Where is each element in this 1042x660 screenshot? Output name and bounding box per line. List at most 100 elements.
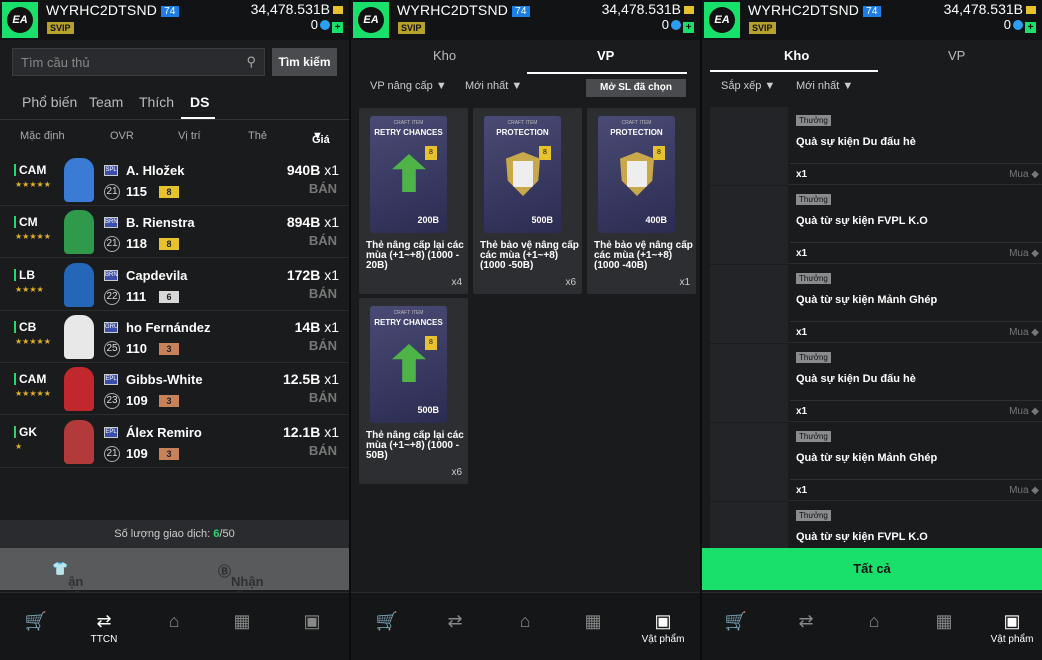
reward-tag: Thưởng	[796, 431, 831, 442]
item-card[interactable]: CRAFT ITEM RETRY CHANCES 8 500B Thẻ nâng…	[359, 298, 468, 484]
buy-button[interactable]: Mua ◆	[1009, 406, 1039, 417]
open-selected-button[interactable]: Mở SL đã chọn	[586, 79, 686, 97]
sort-card[interactable]: Thẻ	[248, 130, 267, 142]
tab-vp[interactable]: VP	[948, 48, 965, 63]
list-item[interactable]: Thưởng Quà từ sự kiện Mảnh Ghép x1 Mua ◆	[710, 265, 1042, 343]
squad-icon[interactable]: ▦	[924, 611, 964, 632]
inventory-icon[interactable]: ▣	[292, 611, 332, 632]
item-qty: x1	[796, 327, 808, 338]
search-icon[interactable]: ⚲	[246, 54, 256, 70]
card-title: PROTECTION	[610, 128, 663, 137]
add-points-button[interactable]: +	[332, 22, 343, 33]
ea-logo[interactable]: EA	[704, 2, 740, 38]
add-points-button[interactable]: +	[683, 22, 694, 33]
item-card[interactable]: CRAFT ITEM PROTECTION 8 400B Thẻ bảo vệ …	[587, 108, 696, 294]
search-button[interactable]: Tìm kiếm	[272, 48, 337, 76]
craft-label: CRAFT ITEM	[393, 120, 424, 126]
player-row[interactable]: CAM ★★★★★ SPL A. Hložek 21 115 8 940B x1…	[0, 154, 349, 206]
receive-all-right-button[interactable]: Ⓑ Nhận tất cả	[218, 561, 264, 619]
sell-button[interactable]: BÁN	[309, 286, 337, 301]
item-thumbnail	[710, 107, 788, 185]
list-item[interactable]: Thưởng Quà sự kiện Du đấu hè x1 Mua ◆	[710, 344, 1042, 422]
tab-list[interactable]: DS	[190, 94, 209, 110]
tab-favorite[interactable]: Thích	[139, 94, 174, 110]
receive-all-left-button[interactable]: 👕 ận tất cả	[52, 561, 84, 619]
filter-vp-upgrade[interactable]: VP nâng cấp ▼	[370, 80, 447, 92]
tab-kho[interactable]: Kho	[433, 48, 456, 63]
home-icon[interactable]: ⌂	[505, 611, 545, 632]
bottom-nav: 🛒 ⇄ ⌂ ▦ ▣ Vật phẩm	[702, 592, 1042, 660]
item-card[interactable]: CRAFT ITEM RETRY CHANCES 8 200B Thẻ nâng…	[359, 108, 468, 294]
all-button[interactable]: Tất cả	[702, 548, 1042, 590]
filter-newest[interactable]: Mới nhất ▼	[465, 80, 522, 92]
sort-price[interactable]: Giá ▼	[312, 130, 330, 146]
upgrade-badge: 3	[159, 342, 179, 355]
sell-button[interactable]: BÁN	[309, 233, 337, 248]
item-thumbnail	[710, 423, 788, 501]
transfer-icon[interactable]: ⇄	[435, 611, 475, 632]
tab-kho[interactable]: Kho	[784, 48, 809, 63]
player-position: CM	[14, 216, 38, 229]
sell-button[interactable]: BÁN	[309, 338, 337, 353]
squad-icon[interactable]: ▦	[222, 611, 262, 632]
shop-icon[interactable]: 🛒	[16, 611, 56, 632]
player-price: 12.1B x1	[282, 423, 339, 440]
add-points-button[interactable]: +	[1025, 22, 1036, 33]
sort-ovr[interactable]: OVR	[110, 130, 134, 142]
level-chip: 8	[539, 146, 551, 160]
transfer-icon[interactable]: ⇄	[786, 611, 826, 632]
sort-default[interactable]: Mặc định	[20, 130, 65, 142]
card-qty: x6	[451, 467, 462, 478]
item-thumbnail	[710, 344, 788, 422]
sort-dropdown[interactable]: Sắp xếp ▼	[721, 80, 775, 92]
player-name: A. Hložek	[126, 163, 185, 178]
buy-button[interactable]: Mua ◆	[1009, 485, 1039, 496]
player-row[interactable]: LB ★★★★ BRN Capdevila 22 111 6 172B x1 B…	[0, 259, 349, 311]
retry-arrow-icon	[392, 154, 426, 192]
sell-button[interactable]: BÁN	[309, 443, 337, 458]
buy-button[interactable]: Mua ◆	[1009, 327, 1039, 338]
tab-vp[interactable]: VP	[597, 48, 614, 63]
tab-team[interactable]: Team	[89, 94, 123, 110]
shop-icon[interactable]: 🛒	[367, 611, 407, 632]
squad-icon[interactable]: ▦	[573, 611, 613, 632]
item-card[interactable]: CRAFT ITEM PROTECTION 8 500B Thẻ bảo vệ …	[473, 108, 582, 294]
items-nav[interactable]: ▣ Vật phẩm	[639, 611, 687, 645]
ea-logo[interactable]: EA	[353, 2, 389, 38]
shop-icon[interactable]: 🛒	[716, 611, 756, 632]
player-stars: ★★★★★	[15, 232, 51, 242]
player-row[interactable]: GK ★ EPL Álex Remiro 21 109 3 12.1B x1 B…	[0, 416, 349, 468]
card-image: CRAFT ITEM PROTECTION 8 500B	[484, 116, 561, 233]
reward-tag: Thưởng	[796, 115, 831, 126]
card-qty: x1	[679, 277, 690, 288]
tab-popular[interactable]: Phổ biến	[22, 94, 77, 110]
player-name: ho Fernández	[126, 319, 211, 335]
list-item[interactable]: Thưởng Quà từ sự kiện Mảnh Ghép x1 Mua ◆	[710, 423, 1042, 501]
home-icon[interactable]: ⌂	[154, 611, 194, 632]
buy-button[interactable]: Mua ◆	[1009, 248, 1039, 259]
items-nav[interactable]: ▣ Vật phẩm	[988, 611, 1036, 645]
sell-button[interactable]: BÁN	[309, 181, 337, 196]
buy-button[interactable]: Mua ◆	[1009, 169, 1039, 180]
card-qty: x4	[451, 277, 462, 288]
sell-button[interactable]: BÁN	[309, 390, 337, 405]
card-title: RETRY CHANCES	[374, 128, 443, 137]
transfer-nav[interactable]: ⇄ TTCN	[84, 611, 124, 645]
filter-newest[interactable]: Mới nhất ▼	[796, 80, 853, 92]
home-icon[interactable]: ⌂	[854, 611, 894, 632]
card-name: Thẻ bảo vệ nâng cấp các mùa (+1~+8) (100…	[594, 240, 693, 271]
player-row[interactable]: CM ★★★★★ BRN B. Rienstra 21 118 8 894B x…	[0, 206, 349, 259]
list-item[interactable]: Thưởng Quà từ sự kiện FVPL K.O x1 Mua ◆	[710, 186, 1042, 264]
player-row[interactable]: CAM ★★★★★ EPL Gibbs-White 23 109 3 12.5B…	[0, 363, 349, 416]
sort-position[interactable]: Vị trí	[178, 130, 201, 142]
search-input[interactable]: Tìm cầu thủ ⚲	[12, 48, 265, 76]
transfer-label: TTCN	[90, 634, 118, 645]
player-price: 12.5B x1	[282, 371, 339, 388]
season-rank: 22	[104, 288, 120, 305]
ea-logo[interactable]: EA	[2, 2, 38, 38]
club-badge: BRN	[104, 269, 118, 281]
list-item[interactable]: Thưởng Quà sự kiện Du đấu hè x1 Mua ◆	[710, 107, 1042, 185]
player-row[interactable]: CB ★★★★★ GRU ho Fernández 25 110 3 14B x…	[0, 311, 349, 363]
balance: 34,478.531B	[251, 1, 343, 17]
item-thumbnail	[710, 265, 788, 343]
